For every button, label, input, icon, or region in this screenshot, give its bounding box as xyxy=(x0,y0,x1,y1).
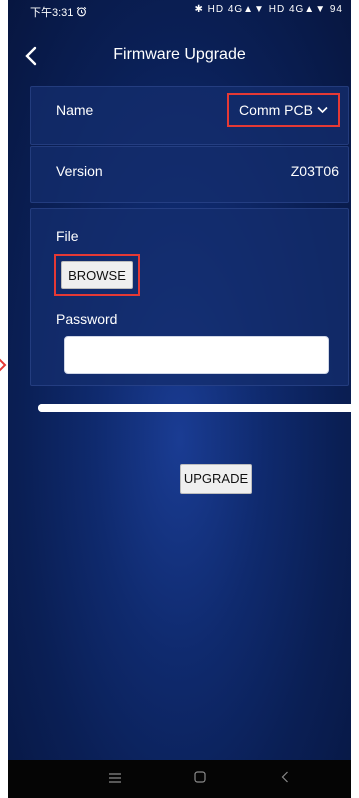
name-label: Name xyxy=(56,102,94,118)
browse-highlight: BROWSE xyxy=(54,254,140,296)
status-time: 下午3:31 xyxy=(30,4,87,20)
version-label: Version xyxy=(56,163,103,179)
arrow-marker-icon xyxy=(0,358,7,372)
top-app-bar: Firmware Upgrade xyxy=(8,40,351,80)
version-value: Z03T06 xyxy=(290,163,339,179)
password-input[interactable] xyxy=(64,336,329,374)
nav-home-button[interactable] xyxy=(185,768,215,790)
password-label: Password xyxy=(56,311,118,327)
alarm-clock-icon xyxy=(77,6,87,17)
chevron-left-icon xyxy=(25,46,37,66)
menu-lines-icon xyxy=(109,773,121,783)
back-button[interactable] xyxy=(24,42,48,72)
system-nav-bar xyxy=(8,760,351,798)
nav-back-button[interactable] xyxy=(270,768,300,790)
status-bar: 下午3:31 ✱ HD 4G▲▼ HD 4G▲▼ 94 xyxy=(8,0,351,24)
nav-menu-button[interactable] xyxy=(100,768,130,790)
name-dropdown[interactable]: Comm PCB xyxy=(227,93,340,127)
file-label: File xyxy=(56,228,79,244)
name-dropdown-value: Comm PCB xyxy=(239,102,313,118)
status-icons: ✱ HD 4G▲▼ HD 4G▲▼ 94 xyxy=(194,4,343,15)
upgrade-progress-bar xyxy=(38,404,351,412)
square-home-icon xyxy=(194,771,206,783)
upgrade-progress-fill xyxy=(38,404,351,412)
upgrade-button[interactable]: UPGRADE xyxy=(180,464,252,494)
triangle-back-icon xyxy=(281,771,288,783)
time-text: 下午3:31 xyxy=(30,7,74,19)
app-screen: 下午3:31 ✱ HD 4G▲▼ HD 4G▲▼ 94 Firmware Upg… xyxy=(8,0,351,798)
chevron-down-icon xyxy=(317,106,328,114)
browse-button[interactable]: BROWSE xyxy=(61,261,133,289)
page-title: Firmware Upgrade xyxy=(113,46,246,63)
